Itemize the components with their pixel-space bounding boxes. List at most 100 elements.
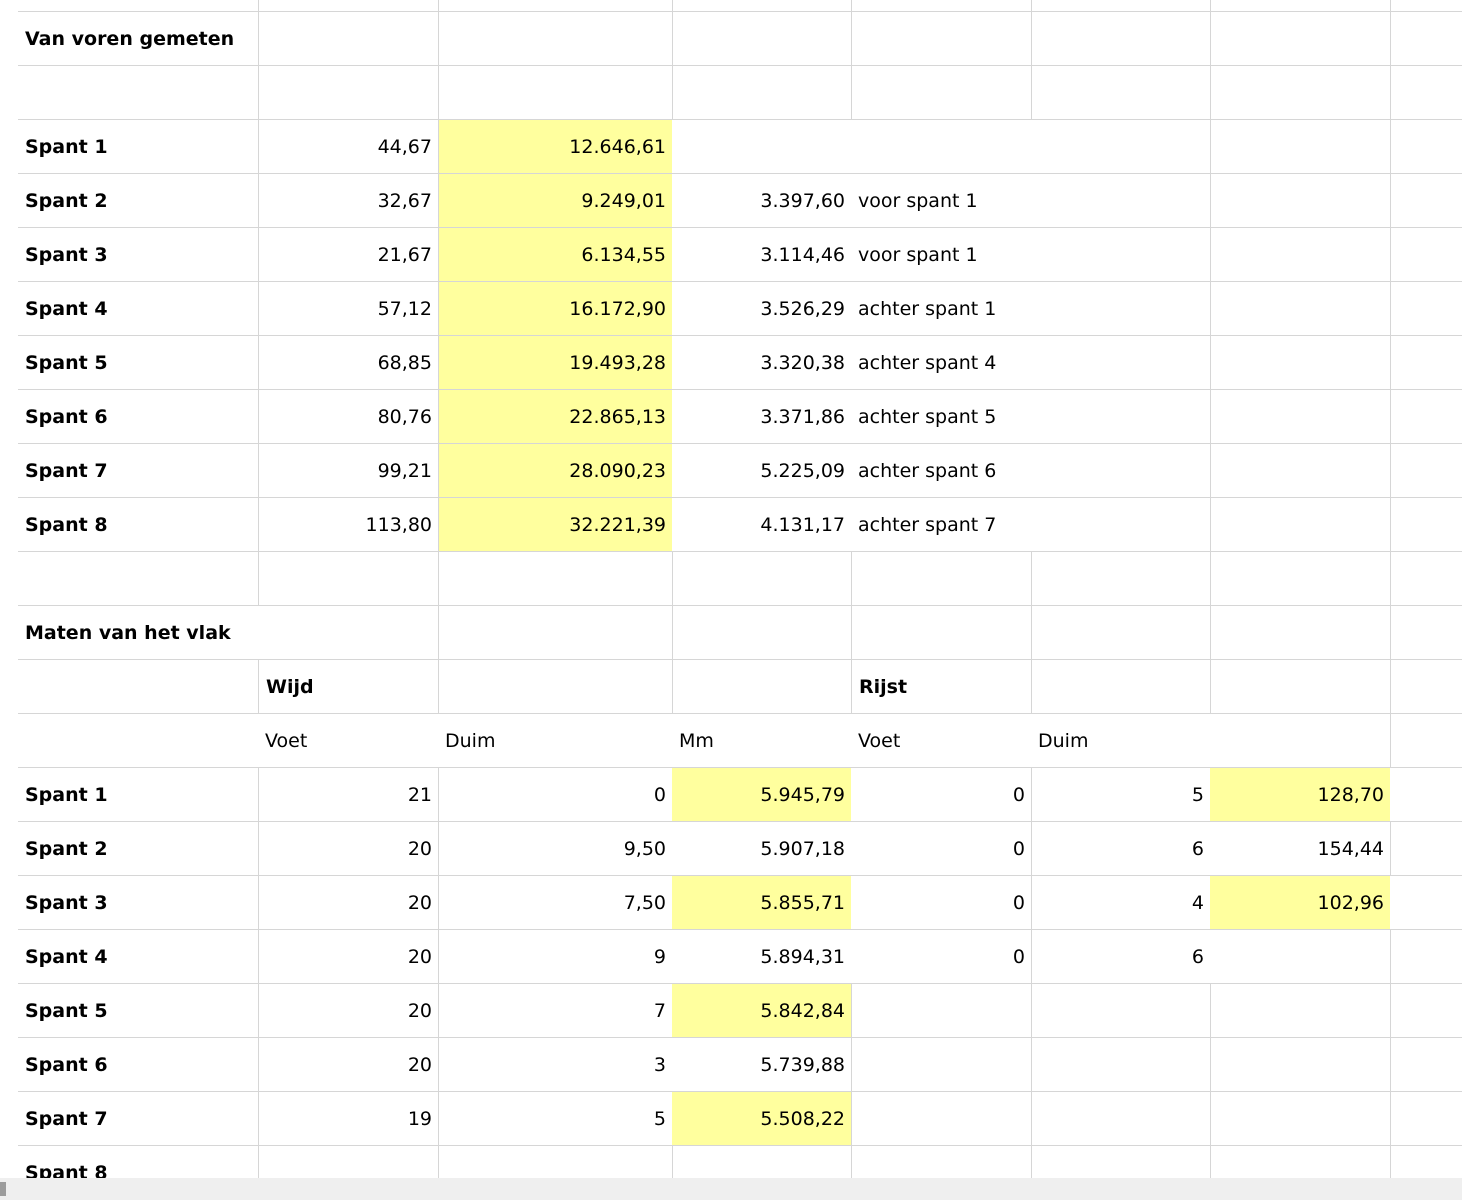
cell[interactable] xyxy=(438,0,672,12)
cell[interactable] xyxy=(1031,1092,1210,1146)
cell[interactable] xyxy=(1390,660,1462,714)
cell[interactable] xyxy=(851,606,1031,660)
value-cell[interactable]: 80,76 xyxy=(258,390,438,444)
row-label-cell[interactable]: Spant 4 xyxy=(18,930,258,984)
value-cell[interactable]: 0 xyxy=(851,876,1031,930)
cell[interactable] xyxy=(1390,390,1462,444)
value-cell[interactable]: 5.739,88 xyxy=(672,1038,851,1092)
cell[interactable] xyxy=(851,1146,1031,1178)
value-cell[interactable]: 32,67 xyxy=(258,174,438,228)
cell[interactable] xyxy=(1390,1092,1462,1146)
value-cell[interactable]: 3.114,46 xyxy=(672,228,851,282)
cell[interactable] xyxy=(1210,0,1390,12)
cell[interactable] xyxy=(1390,822,1462,876)
highlighted-value-cell[interactable]: 5.842,84 xyxy=(672,984,851,1038)
cell[interactable] xyxy=(1210,930,1390,984)
highlighted-value-cell[interactable]: 5.508,22 xyxy=(672,1092,851,1146)
group-header-wijd[interactable]: Wijd xyxy=(258,660,438,714)
cell[interactable] xyxy=(851,1038,1031,1092)
cell[interactable] xyxy=(1390,768,1462,822)
row-label-cell[interactable]: Spant 3 xyxy=(18,876,258,930)
value-cell[interactable]: 21 xyxy=(258,768,438,822)
cell[interactable] xyxy=(18,66,258,120)
row-label-cell[interactable]: Spant 6 xyxy=(18,1038,258,1092)
value-cell[interactable]: 3.526,29 xyxy=(672,282,851,336)
cell[interactable] xyxy=(672,606,851,660)
value-cell[interactable]: 0 xyxy=(851,930,1031,984)
note-cell[interactable]: voor spant 1 xyxy=(851,228,1031,282)
cell[interactable] xyxy=(1031,120,1210,174)
cell[interactable] xyxy=(1390,66,1462,120)
cell[interactable] xyxy=(258,552,438,606)
cell[interactable] xyxy=(18,552,258,606)
row-label-cell[interactable]: Spant 3 xyxy=(18,228,258,282)
value-cell[interactable]: 20 xyxy=(258,876,438,930)
cell[interactable] xyxy=(18,0,258,12)
value-cell[interactable]: 0 xyxy=(851,768,1031,822)
cell[interactable] xyxy=(1210,606,1390,660)
horizontal-scrollbar[interactable] xyxy=(0,1178,1462,1200)
cell[interactable] xyxy=(1210,1146,1390,1178)
value-cell[interactable]: 3.371,86 xyxy=(672,390,851,444)
cell[interactable] xyxy=(1210,660,1390,714)
value-cell[interactable]: 20 xyxy=(258,984,438,1038)
value-cell[interactable]: 9,50 xyxy=(438,822,672,876)
subheader-mm[interactable]: Mm xyxy=(672,714,851,768)
cell[interactable] xyxy=(1031,228,1210,282)
cell[interactable] xyxy=(1031,282,1210,336)
value-cell[interactable]: 5.907,18 xyxy=(672,822,851,876)
cell[interactable] xyxy=(1031,444,1210,498)
row-label-cell[interactable]: Spant 2 xyxy=(18,822,258,876)
cell[interactable] xyxy=(1390,120,1462,174)
value-cell[interactable]: 6 xyxy=(1031,822,1210,876)
cell[interactable] xyxy=(851,66,1031,120)
value-cell[interactable]: 7 xyxy=(438,984,672,1038)
section-title-cell[interactable]: Van voren gemeten xyxy=(18,12,258,66)
value-cell[interactable]: 0 xyxy=(438,768,672,822)
cell[interactable] xyxy=(1390,12,1462,66)
subheader-duim[interactable]: Duim xyxy=(438,714,672,768)
row-label-cell[interactable]: Spant 7 xyxy=(18,1092,258,1146)
subheader-voet[interactable]: Voet xyxy=(258,714,438,768)
scrollbar-thumb[interactable] xyxy=(0,1182,6,1196)
note-cell[interactable]: voor spant 1 xyxy=(851,174,1031,228)
cell[interactable] xyxy=(1210,66,1390,120)
cell[interactable] xyxy=(1390,0,1462,12)
cell[interactable] xyxy=(1390,282,1462,336)
cell[interactable] xyxy=(672,0,851,12)
row-label-cell[interactable]: Spant 8 xyxy=(18,498,258,552)
note-cell[interactable] xyxy=(851,120,1031,174)
cell[interactable] xyxy=(1031,390,1210,444)
row-label-cell[interactable]: Spant 5 xyxy=(18,984,258,1038)
note-cell[interactable]: achter spant 1 xyxy=(851,282,1031,336)
value-cell[interactable]: 5.225,09 xyxy=(672,444,851,498)
value-cell[interactable]: 5 xyxy=(1031,768,1210,822)
note-cell[interactable]: achter spant 4 xyxy=(851,336,1031,390)
cell[interactable] xyxy=(1390,336,1462,390)
cell[interactable] xyxy=(672,660,851,714)
cell[interactable] xyxy=(851,552,1031,606)
cell[interactable] xyxy=(851,1092,1031,1146)
cell[interactable] xyxy=(1031,660,1210,714)
cell[interactable] xyxy=(1210,714,1390,768)
cell[interactable] xyxy=(672,552,851,606)
row-label-cell[interactable]: Spant 4 xyxy=(18,282,258,336)
cell[interactable] xyxy=(1390,984,1462,1038)
cell[interactable] xyxy=(1210,390,1390,444)
cell[interactable] xyxy=(1210,336,1390,390)
cell[interactable] xyxy=(18,660,258,714)
cell[interactable] xyxy=(1390,444,1462,498)
group-header-rijst[interactable]: Rijst xyxy=(851,660,1031,714)
cell[interactable] xyxy=(672,12,851,66)
value-cell[interactable]: 4.131,17 xyxy=(672,498,851,552)
cell[interactable] xyxy=(1210,282,1390,336)
value-cell[interactable]: 113,80 xyxy=(258,498,438,552)
row-label-cell[interactable]: Spant 8 xyxy=(18,1146,258,1179)
value-cell[interactable]: 3.320,38 xyxy=(672,336,851,390)
cell[interactable] xyxy=(438,12,672,66)
cell[interactable] xyxy=(1390,228,1462,282)
cell[interactable] xyxy=(1210,228,1390,282)
value-cell[interactable]: 9 xyxy=(438,930,672,984)
subheader-voet[interactable]: Voet xyxy=(851,714,1031,768)
row-label-cell[interactable]: Spant 5 xyxy=(18,336,258,390)
